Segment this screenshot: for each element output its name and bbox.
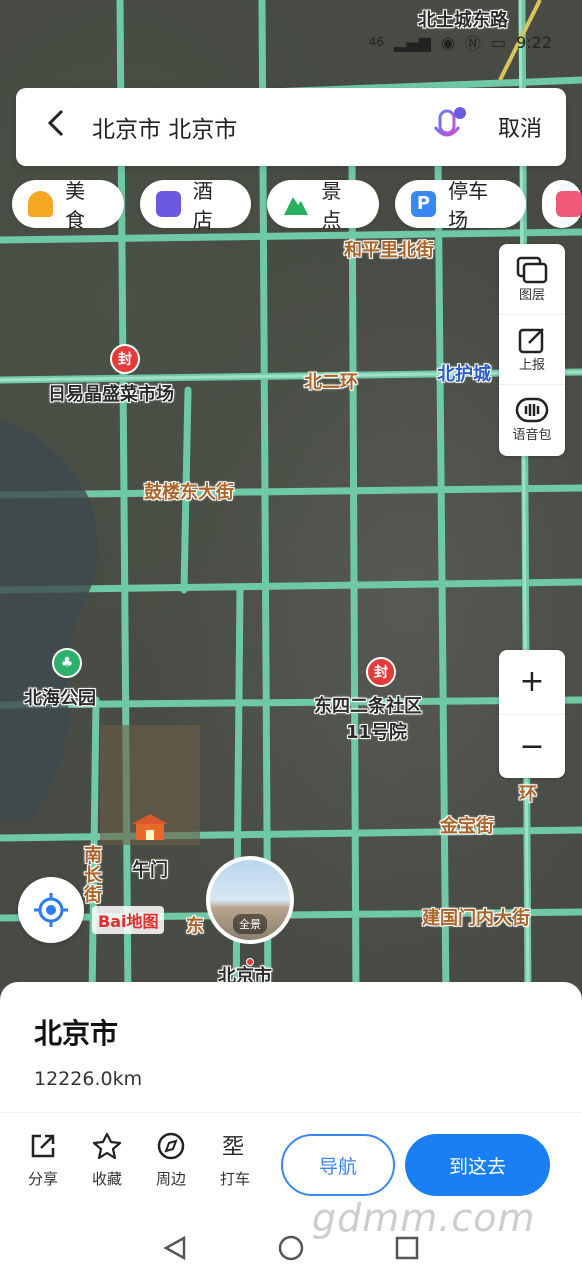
star-icon xyxy=(92,1132,122,1160)
system-recents-icon[interactable] xyxy=(394,1235,420,1261)
panorama-thumbnail: 全景 xyxy=(210,860,290,940)
map-label-dongsi[interactable]: 东四二条社区 xyxy=(314,692,422,718)
place-distance: 12226.0km xyxy=(34,1068,143,1090)
baidu-map-logo: Bai地图 xyxy=(92,906,165,934)
place-title: 北京市 xyxy=(34,1017,119,1050)
search-query[interactable]: 北京市 北京市 xyxy=(92,110,428,144)
park-icon[interactable]: ♣ xyxy=(52,648,82,678)
hotel-icon xyxy=(155,191,181,217)
status-bar: 46 ▂▄▆ ◉ Ⓝ ▭ 9:22 xyxy=(369,30,552,54)
location-pin-dot xyxy=(246,958,254,966)
zoom-out-button[interactable]: − xyxy=(499,713,565,779)
signal-bars-icon: ▂▄▆ xyxy=(394,32,431,52)
map-view[interactable]: 北土城东路 和平里北街 封 日易晶盛菜市场 北二环 北护城 鼓楼东大街 ♣ 北海… xyxy=(0,0,582,1000)
back-icon[interactable] xyxy=(46,108,66,146)
clock: 9:22 xyxy=(516,32,552,52)
locate-button[interactable] xyxy=(18,877,84,943)
chip-scenic[interactable]: 景点 xyxy=(267,179,379,232)
search-bar[interactable]: 北京市 北京市 取消 xyxy=(16,88,566,166)
poi-pin-market[interactable]: 封 xyxy=(110,344,140,374)
map-label-wumen[interactable]: 午门 xyxy=(132,856,168,882)
go-here-button[interactable]: 到这去 xyxy=(405,1134,550,1196)
system-home-icon[interactable] xyxy=(278,1235,304,1261)
map-label-beierhuan: 北二环 xyxy=(304,372,358,393)
map-label-heping: 和平里北街 xyxy=(344,240,434,261)
signal-icon: 46 xyxy=(368,35,385,49)
battery-icon: ▭ xyxy=(490,32,507,52)
more-category-icon xyxy=(556,191,582,217)
map-label-nanchang: 南长街 xyxy=(84,845,102,906)
map-label-dong: 东 xyxy=(186,916,204,937)
category-chips: 美食 酒店 景点 P 停车场 xyxy=(12,179,582,232)
nfc-icon: Ⓝ xyxy=(464,34,481,53)
report-icon xyxy=(518,328,544,354)
mic-icon[interactable] xyxy=(428,107,468,147)
taxi-button[interactable]: 㘸 打车 xyxy=(210,1132,260,1189)
map-label-huan: 环 xyxy=(519,784,537,805)
zoom-control: + − xyxy=(499,650,565,778)
voice-pack-icon xyxy=(515,397,549,423)
panorama-label: 全景 xyxy=(233,914,267,934)
taxi-icon: 㘸 xyxy=(222,1135,244,1160)
chip-food[interactable]: 美食 xyxy=(12,179,124,232)
system-nav-bar xyxy=(0,1216,582,1280)
map-label-beituchen: 北土城东路 xyxy=(418,10,508,31)
layers-icon xyxy=(516,256,548,283)
compass-icon xyxy=(157,1132,185,1160)
parking-icon: P xyxy=(410,191,437,217)
map-label-market[interactable]: 日易晶盛菜市场 xyxy=(48,380,174,406)
nearby-button[interactable]: 周边 xyxy=(146,1132,196,1189)
locate-icon xyxy=(34,893,68,927)
tiananmen-icon[interactable] xyxy=(130,810,170,846)
map-label-jianguo: 建国门内大街 xyxy=(422,908,530,929)
voice-pack-button[interactable]: 语音包 xyxy=(499,384,565,454)
poi-pin-dongsi[interactable]: 封 xyxy=(366,657,396,687)
map-label-dongsi-2[interactable]: 11号院 xyxy=(346,718,407,744)
chip-hotel[interactable]: 酒店 xyxy=(139,179,252,232)
navigate-button[interactable]: 导航 xyxy=(281,1134,395,1196)
map-tools-panel: 图层 上报 语音包 xyxy=(499,244,565,456)
chip-parking[interactable]: P 停车场 xyxy=(394,179,527,232)
share-icon xyxy=(31,1134,55,1158)
divider xyxy=(0,1112,582,1113)
favorite-button[interactable]: 收藏 xyxy=(82,1132,132,1189)
cancel-button[interactable]: 取消 xyxy=(498,111,542,143)
panorama-bubble[interactable]: 全景 xyxy=(206,856,294,944)
action-row: 分享 收藏 周边 㘸 打车 xyxy=(18,1132,260,1189)
share-button[interactable]: 分享 xyxy=(18,1132,68,1189)
food-icon xyxy=(28,191,54,217)
zoom-in-button[interactable]: + xyxy=(499,650,565,714)
chip-more[interactable] xyxy=(542,180,582,228)
report-button[interactable]: 上报 xyxy=(499,314,565,384)
map-label-beihai[interactable]: 北海公园 xyxy=(24,684,96,710)
map-label-gulou: 鼓楼东大街 xyxy=(144,482,234,503)
eye-icon: ◉ xyxy=(440,32,455,52)
map-label-jinbao: 金宝街 xyxy=(440,816,494,837)
map-label-beihucheng: 北护城 xyxy=(437,364,491,385)
layers-button[interactable]: 图层 xyxy=(499,244,565,314)
scenic-icon xyxy=(283,191,309,217)
system-back-icon[interactable] xyxy=(162,1235,188,1261)
svg-text:㘸: 㘸 xyxy=(222,1135,244,1160)
